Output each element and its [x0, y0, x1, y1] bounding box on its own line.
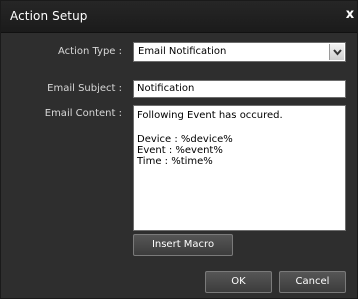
chevron-down-icon	[333, 49, 342, 56]
email-content-label: Email Content :	[44, 108, 122, 119]
email-content-line: Time : %time%	[137, 156, 213, 167]
email-subject-label: Email Subject :	[47, 83, 122, 94]
action-setup-dialog: Action Setup x Action Type : Email Notif…	[0, 0, 358, 299]
email-content-line: Event : %event%	[137, 145, 223, 156]
action-type-select[interactable]: Email Notification	[133, 42, 346, 62]
email-content-line: Device : %device%	[137, 134, 233, 145]
title-bar[interactable]: Action Setup x	[1, 1, 357, 33]
email-content-textarea[interactable]: Following Event has occured. Device : %d…	[133, 105, 346, 231]
email-content-line: Following Event has occured.	[137, 110, 283, 121]
action-type-value: Email Notification	[138, 46, 227, 57]
dropdown-button[interactable]	[329, 44, 344, 60]
insert-macro-button[interactable]: Insert Macro	[133, 234, 233, 256]
window-title: Action Setup	[10, 9, 88, 23]
email-subject-field[interactable]: Notification	[133, 80, 346, 98]
email-subject-value: Notification	[137, 83, 195, 94]
action-type-label: Action Type :	[57, 46, 122, 57]
close-icon[interactable]: x	[344, 8, 356, 22]
ok-button[interactable]: OK	[205, 271, 272, 293]
cancel-button[interactable]: Cancel	[279, 271, 346, 293]
